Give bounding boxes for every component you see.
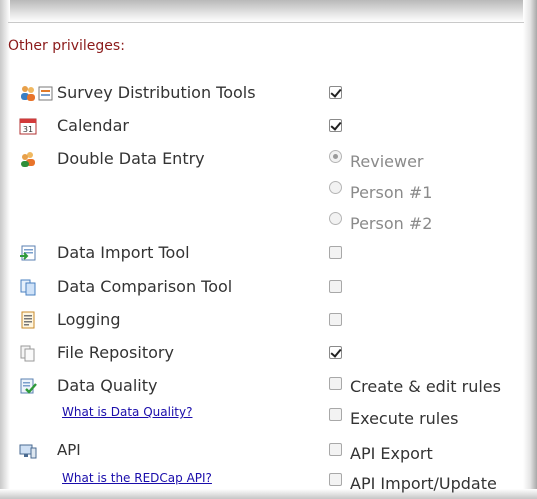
row-double-data-entry: Double Data Entry xyxy=(0,146,537,172)
api-export-checkbox[interactable] xyxy=(329,443,342,456)
panel-shadow-top xyxy=(0,0,537,22)
calendar-icon: 31 xyxy=(19,117,37,135)
person-2-label: Person #2 xyxy=(350,214,433,233)
row-survey-distribution-tools: Survey Distribution Tools xyxy=(0,80,537,106)
row-file-repository: File Repository xyxy=(0,340,537,366)
row-data-import-tool: Data Import Tool xyxy=(0,240,537,266)
row-label: Double Data Entry xyxy=(57,149,205,168)
compare-icon xyxy=(19,278,37,296)
api-import-update-label: API Import/Update xyxy=(350,474,497,493)
execute-rules-checkbox[interactable] xyxy=(329,408,342,421)
row-label: API xyxy=(57,441,81,459)
api-icon xyxy=(19,442,37,460)
person-2-radio[interactable] xyxy=(329,212,342,225)
calendar-checkbox[interactable] xyxy=(329,119,342,132)
quality-check-icon xyxy=(19,377,37,395)
what-is-data-quality-link[interactable]: What is Data Quality? xyxy=(62,405,192,419)
row-api: API xyxy=(0,438,537,464)
row-label: Data Comparison Tool xyxy=(57,277,233,296)
execute-rules-label: Execute rules xyxy=(350,409,459,428)
import-icon xyxy=(19,244,37,262)
row-label: Calendar xyxy=(57,116,129,135)
log-icon xyxy=(19,311,37,329)
person-1-radio[interactable] xyxy=(329,181,342,194)
survey-distribution-tools-checkbox[interactable] xyxy=(329,86,342,99)
api-import-update-checkbox[interactable] xyxy=(329,473,342,486)
panel-divider xyxy=(8,22,524,23)
calendar-icon-text: 31 xyxy=(23,125,33,134)
section-title: Other privileges: xyxy=(8,38,125,54)
api-export-label: API Export xyxy=(350,444,433,463)
reviewer-label: Reviewer xyxy=(350,152,424,171)
file-repository-checkbox[interactable] xyxy=(329,346,342,359)
logging-checkbox[interactable] xyxy=(329,313,342,326)
person-1-label: Person #1 xyxy=(350,183,433,202)
users-icon xyxy=(19,84,37,102)
what-is-redcap-api-link[interactable]: What is the REDCap API? xyxy=(62,471,212,485)
create-edit-rules-checkbox[interactable] xyxy=(329,377,342,390)
row-data-comparison-tool: Data Comparison Tool xyxy=(0,274,537,300)
privileges-panel: Other privileges: Survey Distribution To… xyxy=(0,0,537,499)
data-comparison-tool-checkbox[interactable] xyxy=(329,280,342,293)
row-label: File Repository xyxy=(57,343,174,362)
row-label: Logging xyxy=(57,310,121,329)
row-label: Data Quality xyxy=(57,376,158,395)
row-logging: Logging xyxy=(0,307,537,333)
data-import-tool-checkbox[interactable] xyxy=(329,246,342,259)
form-icon xyxy=(37,84,55,102)
row-label: Survey Distribution Tools xyxy=(57,83,256,102)
create-edit-rules-label: Create & edit rules xyxy=(350,377,501,396)
files-icon xyxy=(19,344,37,362)
row-label: Data Import Tool xyxy=(57,243,190,262)
row-calendar: 31 Calendar xyxy=(0,113,537,139)
user-pair-icon xyxy=(19,150,37,168)
reviewer-radio[interactable] xyxy=(329,150,342,163)
